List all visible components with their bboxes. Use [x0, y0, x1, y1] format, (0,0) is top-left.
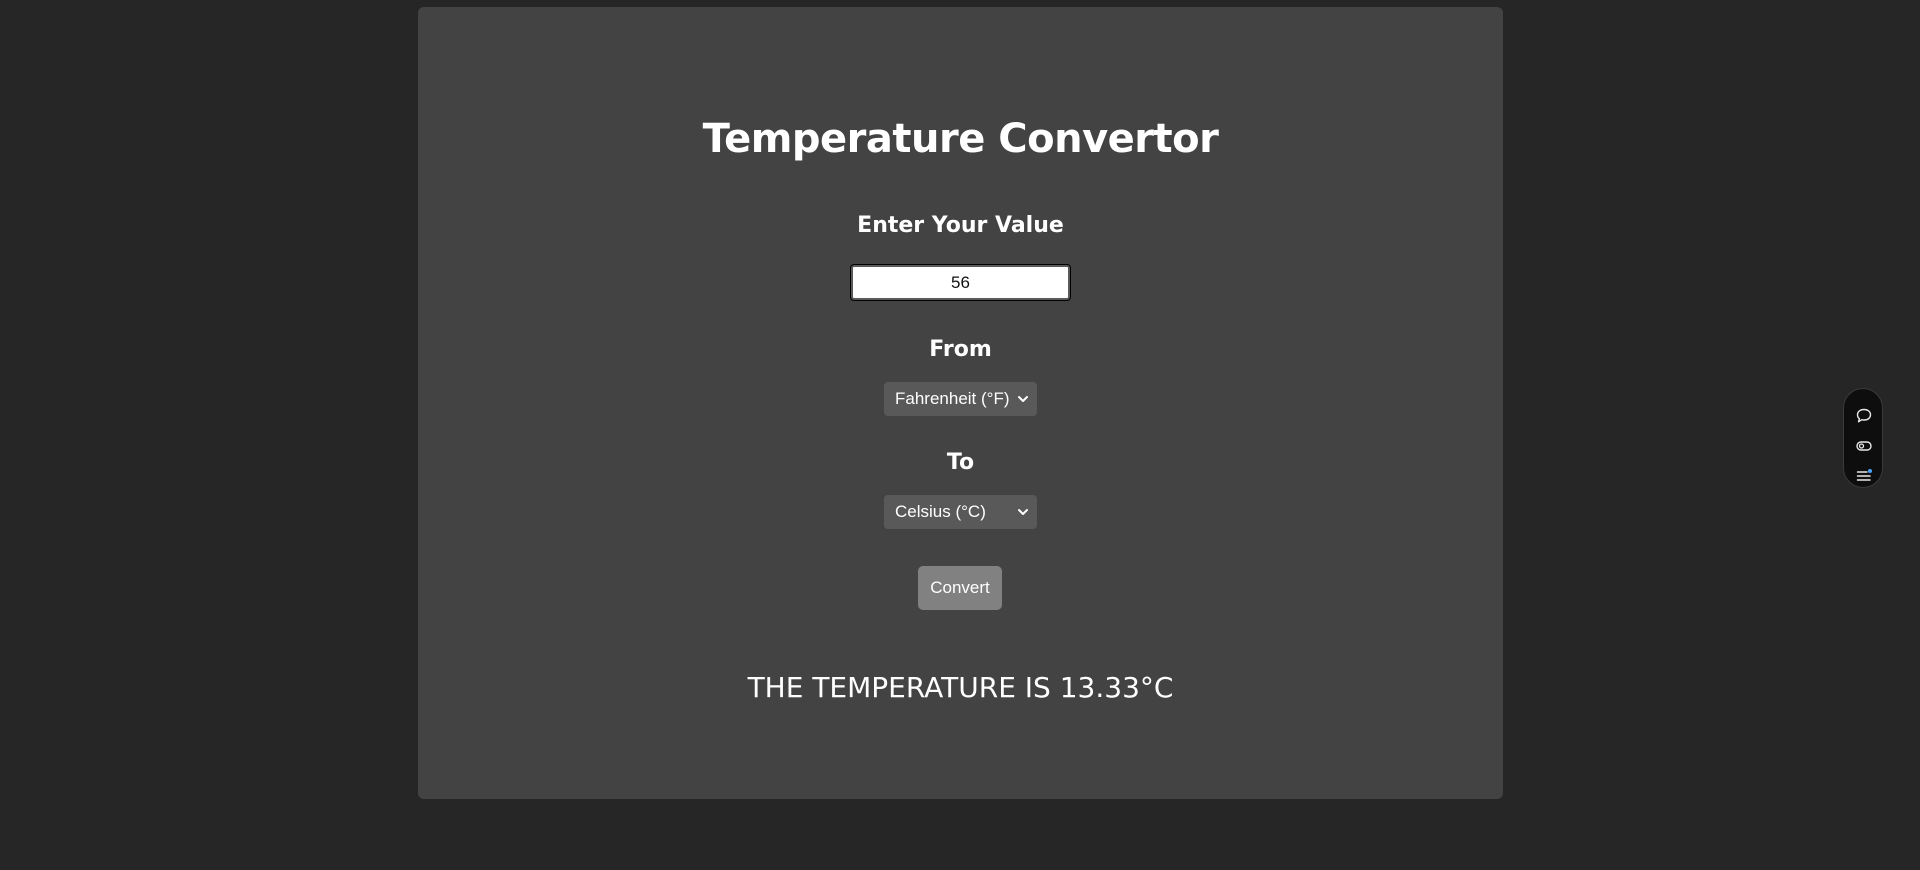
- from-unit-select[interactable]: Fahrenheit (°F): [884, 382, 1037, 416]
- from-label: From: [929, 337, 992, 362]
- convert-button[interactable]: Convert: [918, 566, 1002, 610]
- converter-card: Temperature Convertor Enter Your Value F…: [418, 7, 1503, 799]
- value-label: Enter Your Value: [857, 213, 1064, 238]
- chevron-down-icon: [1018, 509, 1028, 515]
- page-title: Temperature Convertor: [702, 116, 1219, 162]
- from-unit-selected: Fahrenheit (°F): [895, 389, 1010, 408]
- toggle-icon[interactable]: [1855, 437, 1873, 455]
- list-icon[interactable]: [1855, 467, 1873, 485]
- to-unit-select[interactable]: Celsius (°C): [884, 495, 1037, 529]
- chat-icon[interactable]: [1855, 407, 1873, 425]
- value-input[interactable]: [850, 264, 1071, 301]
- to-unit-selected: Celsius (°C): [895, 502, 986, 521]
- notification-dot: [1868, 469, 1872, 473]
- to-label: To: [946, 450, 975, 475]
- chevron-down-icon: [1018, 396, 1028, 402]
- floating-toolbar: [1843, 388, 1883, 488]
- result-text: THE TEMPERATURE IS 13.33°C: [747, 671, 1174, 704]
